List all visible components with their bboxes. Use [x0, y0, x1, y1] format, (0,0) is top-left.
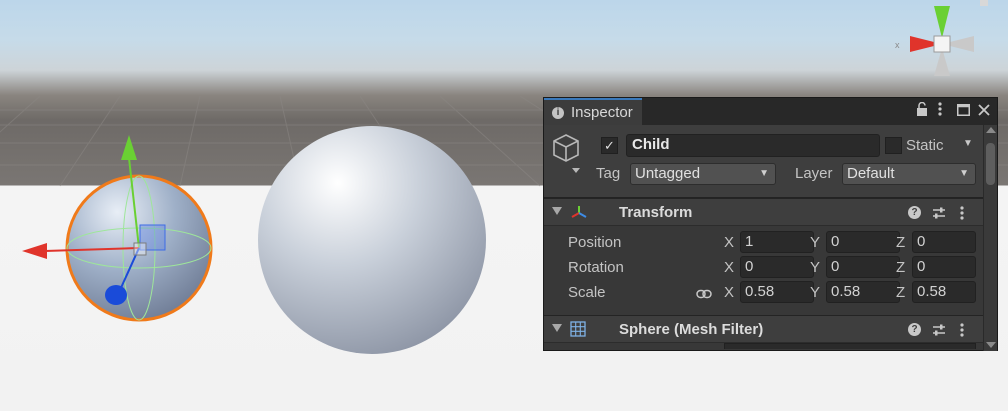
help-icon[interactable]: ?: [908, 323, 921, 336]
position-y-field[interactable]: 0: [826, 231, 900, 253]
axis-z-label: Z: [896, 259, 906, 276]
presets-icon[interactable]: [932, 206, 946, 224]
kebab-menu-icon[interactable]: [960, 206, 964, 223]
rotation-x-field[interactable]: 0: [740, 256, 814, 278]
layer-value: Default: [847, 165, 895, 182]
mesh-grid-icon: [570, 321, 586, 341]
static-dropdown-arrow-icon[interactable]: ▼: [963, 135, 973, 153]
transform-axes-icon: [570, 205, 588, 223]
scale-z-field[interactable]: 0.58: [912, 281, 976, 303]
presets-icon[interactable]: [932, 323, 946, 341]
rotation-label: Rotation: [568, 259, 624, 276]
tab-inspector-label: Inspector: [571, 104, 633, 121]
axis-y-label: Y: [810, 259, 821, 276]
gizmo-x-label: x: [895, 40, 900, 50]
scale-x-field[interactable]: 0.58: [740, 281, 814, 303]
close-icon[interactable]: [978, 102, 990, 120]
transform-title: Transform: [619, 204, 693, 221]
static-checkbox[interactable]: [885, 137, 902, 154]
tag-dropdown[interactable]: Untagged ▼: [630, 163, 776, 185]
scroll-down-icon[interactable]: [986, 342, 996, 348]
layer-label: Layer: [795, 165, 833, 182]
kebab-menu-icon[interactable]: [960, 323, 964, 340]
axis-y-label: Y: [810, 284, 821, 301]
maximize-icon[interactable]: [957, 102, 970, 120]
chevron-down-icon: ▼: [759, 168, 769, 179]
tab-inspector[interactable]: i Inspector: [544, 98, 642, 125]
axis-z-label: Z: [896, 284, 906, 301]
mesh-filter-title: Sphere (Mesh Filter): [619, 321, 764, 338]
info-icon: i: [552, 107, 564, 119]
scene-view[interactable]: x i Inspector ✓ Child Static ▼ Tag Untag…: [0, 0, 1008, 411]
scale-y-field[interactable]: 0.58: [826, 281, 900, 303]
position-label: Position: [568, 234, 622, 251]
scrollbar-thumb[interactable]: [986, 143, 995, 185]
mesh-field-partial[interactable]: [724, 343, 976, 349]
inspector-tab-bar: i Inspector: [544, 98, 997, 125]
static-label: Static: [906, 137, 944, 154]
scroll-up-icon[interactable]: [986, 127, 996, 133]
rotation-y-field[interactable]: 0: [826, 256, 900, 278]
gameobject-cube-icon[interactable]: [552, 133, 582, 179]
rotation-z-field[interactable]: 0: [912, 256, 976, 278]
link-scale-icon[interactable]: [696, 286, 712, 303]
position-z-field[interactable]: 0: [912, 231, 976, 253]
scene-orientation-gizmo[interactable]: [910, 0, 988, 76]
axis-y-label: Y: [810, 234, 821, 251]
layer-dropdown[interactable]: Default ▼: [842, 163, 976, 185]
object-name-field[interactable]: Child: [626, 134, 880, 157]
mesh-filter-component-header[interactable]: Sphere (Mesh Filter) ?: [544, 315, 997, 343]
help-icon[interactable]: ?: [908, 206, 921, 219]
scale-label: Scale: [568, 284, 606, 301]
tag-label: Tag: [596, 165, 621, 182]
chevron-down-icon: ▼: [959, 168, 969, 179]
lock-icon[interactable]: [916, 101, 928, 120]
foldout-arrow-icon[interactable]: [552, 324, 562, 332]
foldout-arrow-icon[interactable]: [552, 207, 562, 215]
tag-value: Untagged: [635, 165, 701, 182]
kebab-menu-icon[interactable]: [938, 102, 942, 120]
position-x-field[interactable]: 1: [740, 231, 814, 253]
transform-component-header[interactable]: Transform ?: [544, 198, 997, 226]
axis-z-label: Z: [896, 234, 906, 251]
gameobject-header: ✓ Child Static ▼ Tag Untagged ▼ Layer De…: [544, 125, 997, 198]
axis-x-label: X: [724, 259, 735, 276]
active-checkbox[interactable]: ✓: [601, 137, 618, 154]
inspector-panel: i Inspector ✓ Child Static ▼ Tag Untagge…: [543, 97, 998, 351]
inspector-scrollbar[interactable]: [983, 125, 997, 351]
sphere-object[interactable]: [258, 126, 486, 354]
axis-x-label: X: [724, 284, 735, 301]
axis-x-label: X: [724, 234, 735, 251]
